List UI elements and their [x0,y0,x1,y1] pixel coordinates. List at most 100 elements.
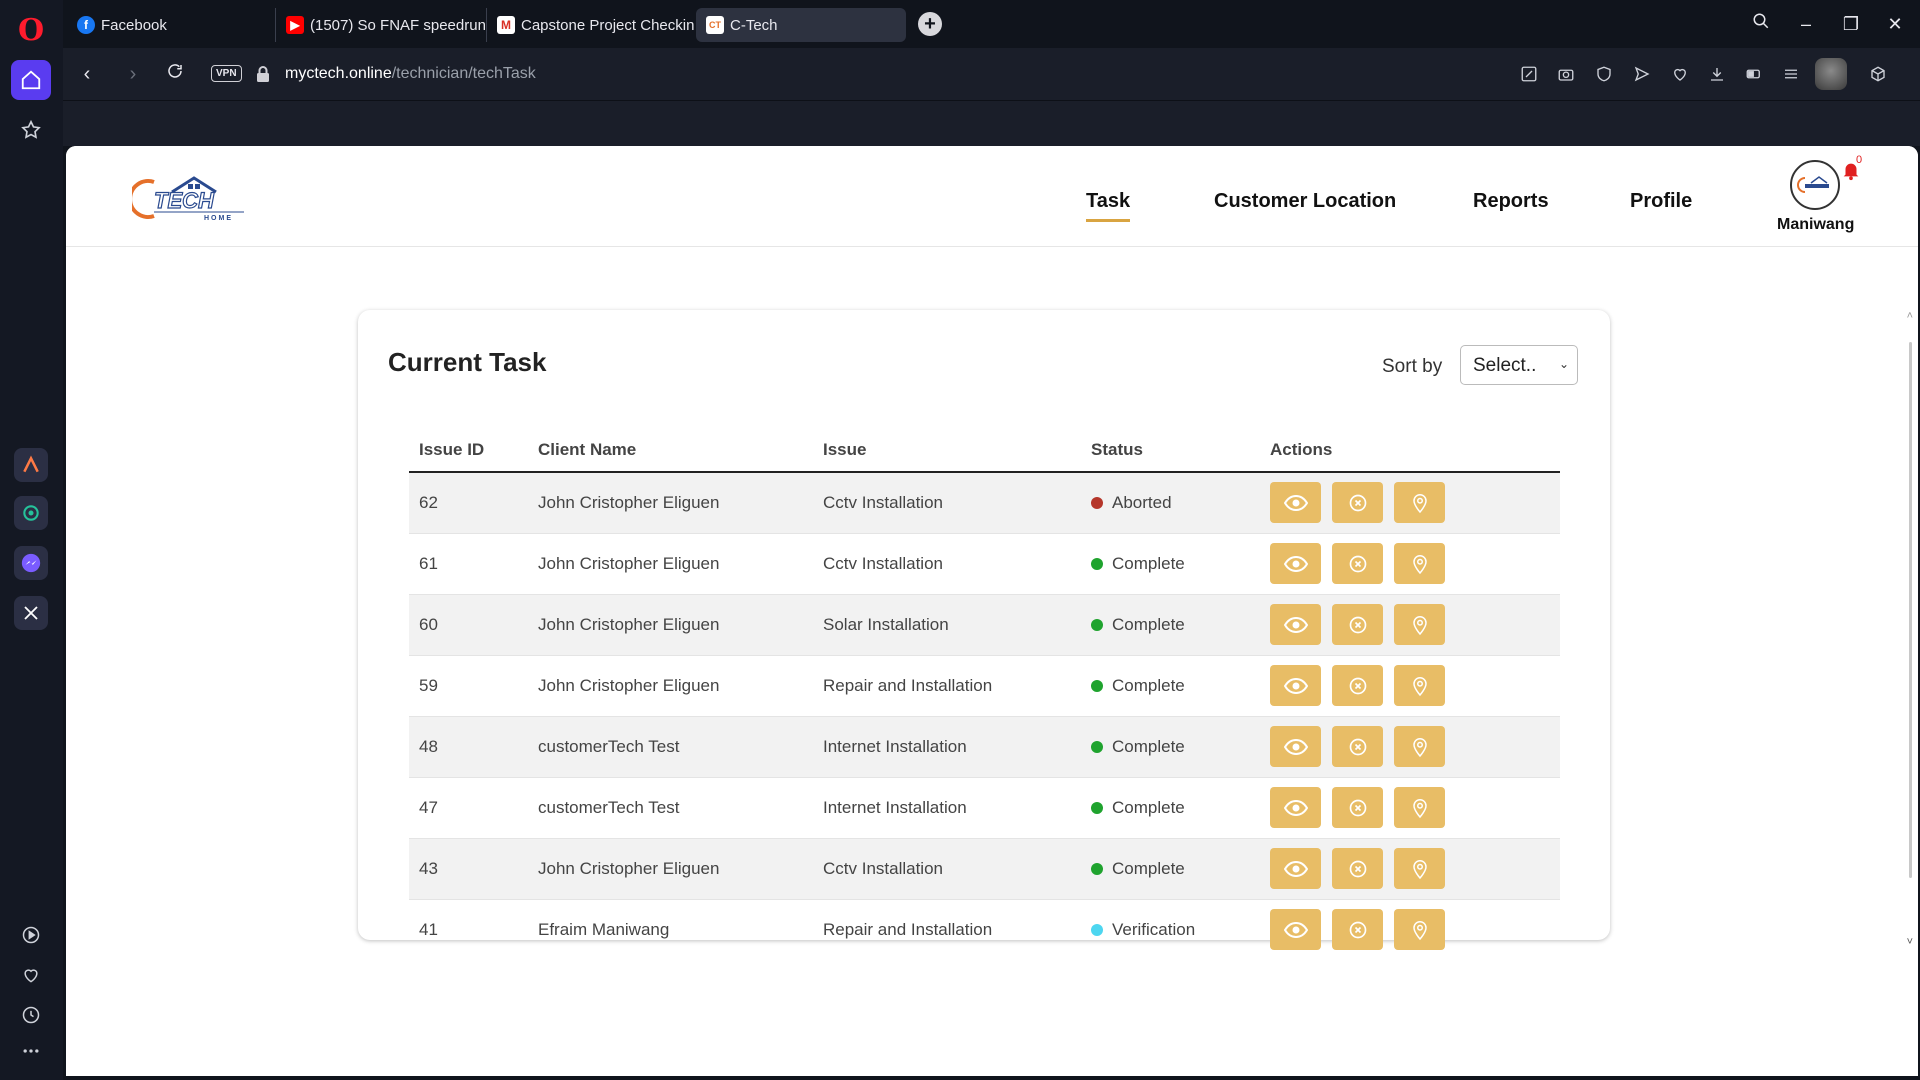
view-button[interactable] [1270,726,1321,767]
view-icon [1283,799,1308,816]
view-button[interactable] [1270,482,1321,524]
tab-facebook[interactable]: f Facebook [67,8,277,42]
tab-gmail[interactable]: M Capstone Project Checkin [486,8,696,42]
extensions-cube-icon[interactable] [1866,62,1890,86]
cancel-button[interactable] [1332,909,1383,951]
send-icon[interactable] [1630,62,1654,86]
actions-cell [1260,594,1560,656]
aria-icon[interactable] [14,448,48,482]
facebook-icon: f [77,16,95,34]
shield-icon[interactable] [1592,62,1616,86]
cancel-button[interactable] [1332,482,1383,524]
download-icon[interactable] [1705,62,1729,86]
cancel-button[interactable] [1332,787,1383,828]
username[interactable]: Maniwang [1777,216,1854,234]
location-button[interactable] [1394,787,1445,828]
tab-youtube[interactable]: ▶ (1507) So FNAF speedruns [275,8,485,42]
snapshot-edit-icon[interactable] [1517,62,1541,86]
location-pin-icon [1411,553,1429,575]
reload-icon[interactable] [163,62,187,86]
back-icon[interactable]: ‹ [75,62,99,86]
bookmarks-star-icon[interactable] [11,110,51,150]
cancel-button[interactable] [1332,604,1383,645]
location-button[interactable] [1394,665,1445,706]
new-tab-button[interactable]: + [918,12,942,36]
player-icon[interactable] [16,920,46,950]
easy-setup-icon[interactable] [1779,62,1803,86]
status-dot-icon [1091,496,1103,509]
nav-reports[interactable]: Reports [1473,190,1549,213]
page-scrollbar[interactable] [1909,342,1912,878]
forward-icon[interactable]: › [121,62,145,86]
user-avatar[interactable] [1790,160,1840,210]
location-button[interactable] [1394,909,1445,951]
issue-id-cell: 60 [409,594,528,656]
view-button[interactable] [1270,543,1321,584]
location-pin-icon [1411,919,1429,941]
opera-sidebar: O [0,0,63,1080]
more-dots-icon[interactable] [16,1036,46,1066]
restore-icon[interactable]: ❐ [1836,10,1866,38]
status-text: Verification [1112,919,1196,939]
issue-id-cell: 47 [409,777,528,839]
location-button[interactable] [1394,726,1445,767]
status-text: Complete [1112,675,1185,695]
column-header[interactable]: Client Name [528,428,813,473]
opera-logo-icon[interactable]: O [18,16,44,46]
issue-cell: Internet Installation [813,777,1081,839]
cancel-button[interactable] [1332,848,1383,889]
nav-customer-location[interactable]: Customer Location [1214,190,1396,213]
sort-select[interactable]: Select.. ⌄ [1460,345,1578,385]
view-button[interactable] [1270,787,1321,828]
tab-ctech[interactable]: CT C-Tech [696,8,906,42]
column-header[interactable]: Issue ID [409,428,528,473]
actions-cell [1260,777,1560,839]
view-button[interactable] [1270,604,1321,645]
column-header[interactable]: Status [1081,428,1260,473]
camera-icon[interactable] [1554,62,1578,86]
cancel-button[interactable] [1332,543,1383,584]
scroll-down-icon[interactable]: ˅ [1907,936,1913,948]
cancel-button[interactable] [1332,726,1383,767]
heart-icon[interactable] [16,960,46,990]
url-field[interactable]: myctech.online/technician/techTask [285,65,536,83]
table-row: 48 customerTech Test Internet Installation… [409,716,1560,778]
cancel-icon [1348,493,1368,513]
status-dot-icon [1091,618,1103,631]
battery-saver-icon[interactable] [1742,62,1766,86]
minimize-icon[interactable]: – [1791,10,1821,38]
search-tabs-icon[interactable] [1746,10,1776,38]
view-icon [1283,494,1308,511]
scroll-up-icon[interactable]: ˄ [1907,310,1913,322]
chevron-down-icon: ⌄ [1558,357,1569,371]
location-button[interactable] [1394,543,1445,584]
gmail-icon: M [497,16,515,34]
tab-strip: f Facebook ▶ (1507) So FNAF speedruns M … [63,0,1920,48]
chatgpt-icon[interactable] [14,496,48,530]
view-button[interactable] [1270,665,1321,706]
column-header[interactable]: Issue [813,428,1081,473]
view-button[interactable] [1270,909,1321,951]
ctech-avatar-logo-icon [1797,176,1829,193]
profile-avatar-icon[interactable] [1815,58,1847,90]
nav-profile[interactable]: Profile [1630,190,1692,213]
history-clock-icon[interactable] [16,1000,46,1030]
home-icon[interactable] [11,60,51,100]
cancel-button[interactable] [1332,665,1383,706]
table-row: 47 customerTech Test Internet Installation… [409,777,1560,839]
messenger-icon[interactable] [14,546,48,580]
location-pin-icon [1411,675,1429,697]
nav-task[interactable]: Task [1086,190,1131,222]
location-button[interactable] [1394,848,1445,889]
heart-icon[interactable] [1668,62,1692,86]
view-button[interactable] [1270,848,1321,889]
page-title: Current Task [388,347,547,377]
vpn-badge[interactable]: VPN [211,65,242,82]
location-button[interactable] [1394,604,1445,645]
location-button[interactable] [1394,482,1445,524]
x-twitter-icon[interactable] [14,596,48,630]
close-window-icon[interactable]: ✕ [1880,10,1910,38]
status-dot-icon [1091,862,1103,875]
ctech-logo[interactable]: TECH HOME [132,174,247,222]
status-text: Complete [1112,797,1185,817]
